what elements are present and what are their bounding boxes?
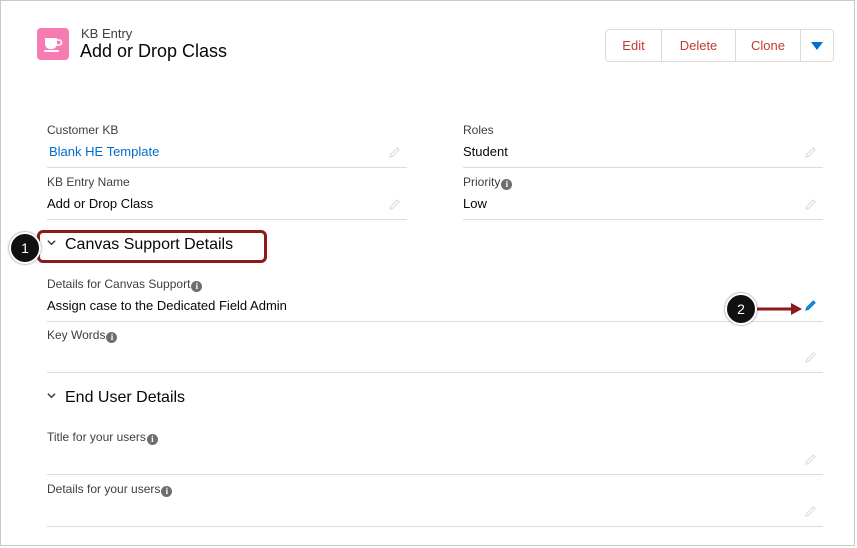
clone-button[interactable]: Clone — [736, 30, 801, 61]
section-title: Canvas Support Details — [65, 236, 234, 253]
field-label: Customer KB — [47, 123, 119, 137]
customer-kb-field: Customer KB Blank HE Template — [47, 122, 407, 168]
pencil-icon[interactable] — [804, 505, 817, 518]
pencil-icon[interactable] — [804, 146, 817, 159]
callout-badge-2: 2 — [725, 293, 757, 325]
info-icon[interactable]: i — [161, 486, 173, 497]
field-value: Add or Drop Class — [47, 196, 154, 211]
record-actions: Edit Delete Clone — [605, 29, 834, 62]
details-for-canvas-support-field: Details for Canvas Support i Assign case … — [47, 276, 823, 322]
field-value — [47, 502, 823, 519]
delete-button[interactable]: Delete — [662, 30, 736, 61]
divider — [47, 321, 823, 322]
info-icon[interactable]: i — [146, 434, 158, 445]
field-label-row: Key Words i — [47, 327, 823, 343]
divider — [47, 526, 823, 527]
field-value — [47, 348, 823, 365]
pencil-icon[interactable] — [804, 198, 817, 211]
key-words-field: Key Words i — [47, 327, 823, 373]
section-header-canvas-support[interactable]: Canvas Support Details — [47, 236, 233, 254]
object-type-label: KB Entry — [81, 26, 133, 41]
field-label-row: Details for your users i — [47, 481, 823, 497]
details-for-users-field: Details for your users i — [47, 481, 823, 527]
pencil-icon[interactable] — [804, 351, 817, 364]
roles-field: Roles Student — [463, 122, 823, 168]
field-label-row: Details for Canvas Support i — [47, 276, 823, 292]
chevron-down-icon — [47, 393, 56, 399]
pencil-icon[interactable] — [804, 453, 817, 466]
more-actions-button[interactable] — [801, 30, 833, 61]
priority-field: Priority i Low — [463, 174, 823, 220]
field-label-row: Priority i — [463, 174, 823, 190]
info-icon[interactable]: i — [191, 281, 203, 292]
field-label: Key Words — [47, 328, 106, 342]
divider — [47, 219, 407, 220]
field-label: Details for your users — [47, 482, 161, 496]
field-label: Roles — [463, 123, 494, 137]
title-for-users-field: Title for your users i — [47, 429, 823, 475]
divider — [47, 474, 823, 475]
field-label: Title for your users — [47, 430, 146, 444]
pencil-icon[interactable] — [388, 198, 401, 211]
divider — [463, 219, 823, 220]
page-title: Add or Drop Class — [80, 41, 228, 61]
field-label: Details for Canvas Support — [47, 277, 191, 291]
pencil-icon[interactable] — [388, 146, 401, 159]
customer-kb-link[interactable]: Blank HE Template — [47, 143, 407, 160]
field-value: Student — [463, 144, 508, 159]
info-icon[interactable]: i — [106, 332, 118, 343]
field-value: Low — [463, 196, 487, 211]
divider — [47, 372, 823, 373]
kb-entry-name-field: KB Entry Name Add or Drop Class — [47, 174, 407, 220]
arrow-right-icon — [757, 303, 802, 315]
pencil-icon-active[interactable] — [804, 299, 817, 312]
divider — [463, 167, 823, 168]
divider — [47, 167, 407, 168]
info-icon[interactable]: i — [501, 179, 513, 190]
section-header-end-user[interactable]: End User Details — [47, 389, 185, 407]
section-title: End User Details — [65, 389, 186, 406]
field-label: Priority — [463, 175, 501, 189]
field-value — [47, 450, 823, 467]
kb-entry-object-icon — [37, 28, 69, 60]
field-value: Assign case to the Dedicated Field Admin — [47, 298, 287, 313]
record-page: KB Entry Add or Drop Class Edit Delete C… — [0, 0, 855, 546]
edit-button[interactable]: Edit — [606, 30, 662, 61]
chevron-down-icon — [811, 42, 823, 50]
cup-icon — [44, 38, 63, 52]
field-label-row: Title for your users i — [47, 429, 823, 445]
callout-badge-1: 1 — [9, 232, 41, 264]
chevron-down-icon — [47, 240, 56, 246]
field-label: KB Entry Name — [47, 175, 130, 189]
